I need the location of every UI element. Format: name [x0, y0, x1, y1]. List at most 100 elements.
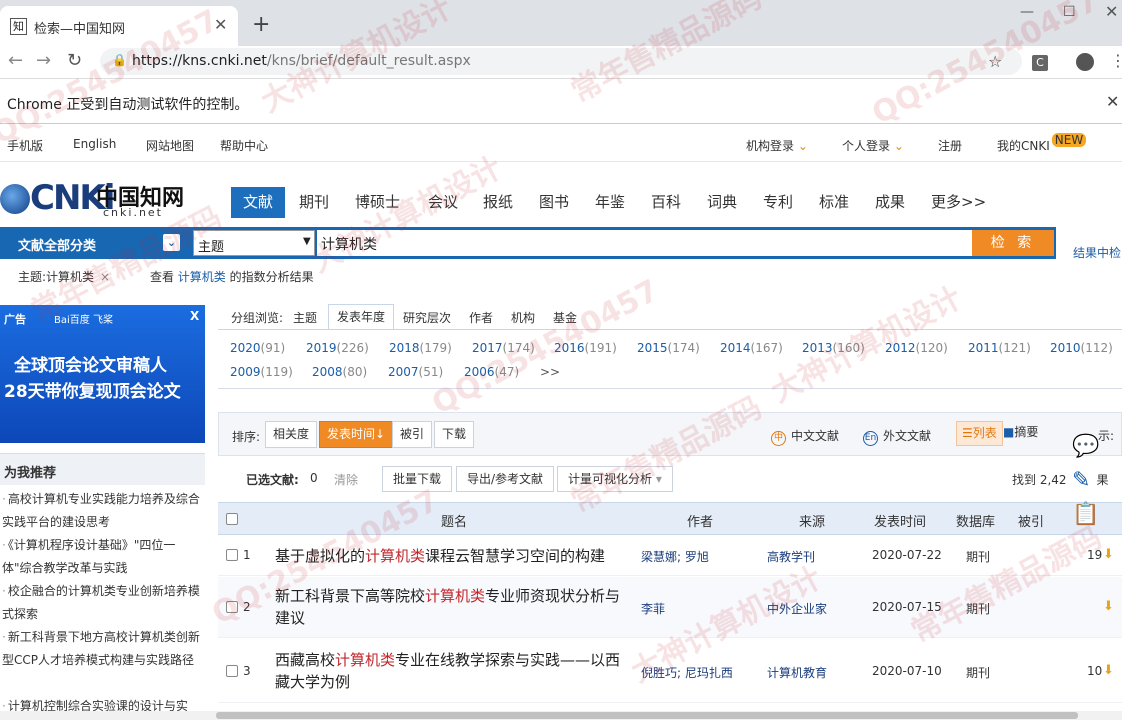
result-title-link[interactable]: 基于虚拟化的计算机类课程云智慧学习空间的构建 [275, 545, 633, 567]
year-link[interactable]: 2012(120) [885, 341, 948, 355]
search-in-results-link[interactable]: 结果中检 [1073, 244, 1121, 261]
row-checkbox[interactable] [226, 665, 238, 677]
search-field-select[interactable]: 主题 ▼ [193, 230, 315, 256]
year-link[interactable]: 2015(174) [637, 341, 700, 355]
personal-login-link[interactable]: 个人登录 ⌄ [842, 137, 904, 154]
author-link[interactable]: 倪胜巧; 尼玛扎西 [641, 664, 733, 681]
search-button[interactable]: 检 索 [972, 230, 1054, 256]
col-title[interactable]: 题名 [441, 511, 467, 530]
link-sitemap[interactable]: 网站地图 [146, 137, 194, 154]
more-years-link[interactable]: >> [540, 365, 560, 379]
year-link[interactable]: 2013(160) [802, 341, 865, 355]
result-title-link[interactable]: 新工科背景下高等院校计算机类专业师资现状分析与建议 [275, 585, 633, 629]
year-link[interactable]: 2009(119) [230, 365, 293, 379]
year-link[interactable]: 2018(179) [389, 341, 452, 355]
row-checkbox[interactable] [226, 549, 238, 561]
chinese-literature-button[interactable]: 中中文文献 [771, 427, 839, 446]
nav-literature[interactable]: 文献 [231, 187, 286, 218]
year-link[interactable]: 2010(112) [1050, 341, 1113, 355]
window-minimize-icon[interactable]: — [1020, 4, 1034, 20]
col-date[interactable]: 发表时间 [874, 511, 926, 530]
year-link[interactable]: 2017(174) [472, 341, 535, 355]
register-link[interactable]: 注册 [938, 137, 962, 154]
col-source[interactable]: 来源 [799, 511, 825, 530]
nav-journals[interactable]: 期刊 [299, 187, 329, 218]
recommend-item[interactable]: 新工科背景下地方高校计算机类创新型CCP人才培养模式构建与实践路径 [2, 626, 202, 672]
window-close-icon[interactable]: ✕ [1105, 2, 1118, 21]
bookmark-star-icon[interactable]: ☆ [988, 52, 1002, 71]
download-icon[interactable]: ⬇ [1103, 663, 1114, 678]
source-link[interactable]: 计算机教育 [767, 664, 827, 681]
account-icon[interactable] [1076, 53, 1094, 71]
extension-icon[interactable]: C [1032, 55, 1048, 71]
back-icon[interactable]: ← [8, 50, 23, 71]
new-tab-icon[interactable]: + [252, 12, 270, 37]
select-all-checkbox[interactable] [226, 513, 238, 525]
group-tab-subject[interactable]: 主题 [293, 309, 317, 326]
abstract-view-button[interactable]: ■摘要 [998, 421, 1043, 446]
group-tab-author[interactable]: 作者 [469, 309, 493, 326]
sort-cited-button[interactable]: 被引 [392, 421, 433, 448]
ad-close-icon[interactable]: X [190, 309, 199, 323]
group-tab-level[interactable]: 研究层次 [403, 309, 451, 326]
recommend-item[interactable]: 高校计算机专业实践能力培养及综合实践平台的建设思考 [2, 488, 202, 534]
source-link[interactable]: 高教学刊 [767, 548, 815, 565]
group-tab-fund[interactable]: 基金 [553, 309, 577, 326]
export-reference-button[interactable]: 导出/参考文献 [456, 466, 555, 492]
col-database[interactable]: 数据库 [956, 511, 995, 530]
source-link[interactable]: 中外企业家 [767, 600, 827, 617]
year-link[interactable]: 2011(121) [968, 341, 1031, 355]
sort-date-button[interactable]: 发表时间↓ [319, 421, 394, 448]
nav-standards[interactable]: 标准 [819, 187, 849, 218]
browser-menu-icon[interactable]: ⋮ [1110, 51, 1122, 70]
sort-download-button[interactable]: 下载 [434, 421, 475, 448]
year-link[interactable]: 2014(167) [720, 341, 783, 355]
nav-dictionary[interactable]: 词典 [707, 187, 737, 218]
sort-relevance-button[interactable]: 相关度 [265, 421, 318, 448]
nav-more[interactable]: 更多>> [931, 187, 986, 218]
nav-newspapers[interactable]: 报纸 [483, 187, 513, 218]
foreign-literature-button[interactable]: En 外文文献 [863, 427, 931, 446]
pencil-icon[interactable]: ✎ [1072, 468, 1090, 493]
category-dropdown[interactable]: 文献全部分类 ⌄ [0, 227, 190, 259]
tab-close-icon[interactable]: ✕ [214, 15, 227, 34]
result-title-link[interactable]: 西藏高校计算机类专业在线教学探索与实践——以西藏大学为例 [275, 649, 633, 693]
download-icon[interactable]: ⬇ [1103, 599, 1114, 614]
list-view-button[interactable]: ☰列表 [956, 421, 1003, 446]
recommend-item[interactable]: 《计算机程序设计基础》"四位一体"综合教学改革与实践 [2, 534, 202, 580]
link-help[interactable]: 帮助中心 [220, 137, 268, 154]
col-cited[interactable]: 被引 [1018, 511, 1044, 530]
comment-icon[interactable]: 💬 [1072, 434, 1099, 459]
year-link[interactable]: 2020(91) [230, 341, 285, 355]
year-link[interactable]: 2007(51) [388, 365, 443, 379]
col-author[interactable]: 作者 [687, 511, 713, 530]
year-link[interactable]: 2008(80) [312, 365, 367, 379]
remove-subject-icon[interactable]: × [100, 270, 110, 284]
index-analysis-link[interactable]: 查看 计算机类 的指数分析结果 [150, 270, 314, 284]
url-input[interactable]: 🔒 https://kns.cnki.net/kns/brief/default… [100, 48, 1022, 75]
forward-icon[interactable]: → [36, 50, 51, 71]
row-checkbox[interactable] [226, 601, 238, 613]
nav-conferences[interactable]: 会议 [428, 187, 458, 218]
browser-tab[interactable]: 知 检索—中国知网 ✕ [0, 6, 238, 46]
download-icon[interactable]: ⬇ [1103, 547, 1114, 562]
reload-icon[interactable]: ↻ [67, 50, 82, 71]
search-input[interactable]: 计算机类 [317, 230, 972, 256]
author-link[interactable]: 梁慧娜; 罗旭 [641, 548, 709, 565]
year-link[interactable]: 2006(47) [464, 365, 519, 379]
nav-encyclopedia[interactable]: 百科 [651, 187, 681, 218]
window-maximize-icon[interactable]: ☐ [1063, 4, 1076, 20]
group-tab-institution[interactable]: 机构 [511, 309, 535, 326]
document-icon[interactable]: 📋 [1072, 502, 1099, 527]
group-tab-year[interactable]: 发表年度 [328, 304, 395, 330]
ad-banner[interactable]: 广告 Bai百度 飞桨 X 全球顶会论文审稿人 28天带你复现顶会论文 [0, 305, 205, 443]
batch-download-button[interactable]: 批量下载 [382, 466, 453, 492]
nav-achievements[interactable]: 成果 [875, 187, 905, 218]
clear-selection-link[interactable]: 清除 [334, 471, 358, 488]
nav-patents[interactable]: 专利 [763, 187, 793, 218]
year-link[interactable]: 2019(226) [306, 341, 369, 355]
scrollbar-thumb[interactable] [216, 712, 1078, 719]
my-cnki-link[interactable]: 我的CNKI NEW [997, 133, 1087, 154]
year-link[interactable]: 2016(191) [554, 341, 617, 355]
nav-theses[interactable]: 博硕士 [355, 187, 400, 218]
